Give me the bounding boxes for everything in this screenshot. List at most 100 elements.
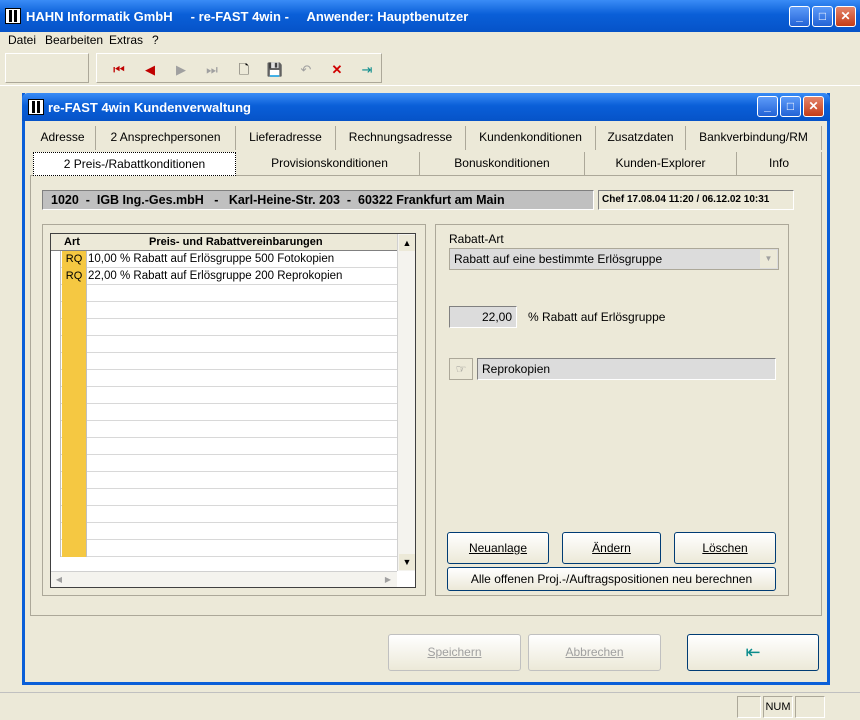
delete-icon[interactable]: ✕ — [324, 57, 350, 83]
row-selector[interactable] — [52, 353, 61, 370]
close-button[interactable]: ✕ — [835, 6, 856, 27]
table-row[interactable] — [52, 336, 397, 353]
row-selector[interactable] — [52, 540, 61, 557]
row-selector[interactable] — [52, 489, 61, 506]
tab-info[interactable]: Info — [737, 152, 822, 176]
aendern-button[interactable]: Ändern — [562, 532, 661, 564]
row-selector[interactable] — [52, 251, 61, 268]
row-selector[interactable] — [52, 336, 61, 353]
main-window-title: HAHN Informatik GmbH - re-FAST 4win - An… — [26, 9, 469, 24]
cell-art — [62, 370, 87, 387]
cell-art — [62, 285, 87, 302]
tab-kundenkonditionen[interactable]: Kundenkonditionen — [466, 126, 596, 150]
rabatt-art-select[interactable]: Rabatt auf eine bestimmte Erlösgruppe ▼ — [449, 248, 779, 270]
table-row[interactable] — [52, 285, 397, 302]
table-row[interactable] — [52, 489, 397, 506]
table-row[interactable]: RQ 10,00 % Rabatt auf Erlösgruppe 500 Fot… — [52, 251, 397, 268]
group-input[interactable]: Reprokopien — [477, 358, 776, 380]
tab-provisionskonditionen[interactable]: Provisionskonditionen — [240, 152, 420, 176]
tab-bankverbindung[interactable]: Bankverbindung/RM — [686, 126, 822, 150]
grid-header: Art Preis- und Rabattvereinbarungen — [51, 234, 397, 251]
recalc-button[interactable]: Alle offenen Proj.-/Auftragspositionen n… — [447, 567, 776, 591]
table-row[interactable] — [52, 438, 397, 455]
table-row[interactable] — [52, 370, 397, 387]
abbrechen-button[interactable]: Abbrechen — [528, 634, 661, 671]
conditions-grid[interactable]: Art Preis- und Rabattvereinbarungen RQ 10… — [50, 233, 416, 588]
row-selector[interactable] — [52, 472, 61, 489]
first-record-icon[interactable]: ⏮ — [106, 57, 132, 83]
table-row[interactable] — [52, 506, 397, 523]
dialog-maximize-button[interactable]: □ — [780, 96, 801, 117]
next-record-icon[interactable]: ▶ — [168, 57, 194, 83]
table-row[interactable] — [52, 523, 397, 540]
save-disk-icon[interactable]: 💾 — [262, 57, 288, 83]
scroll-left-icon[interactable]: ◀ — [52, 572, 66, 587]
cell-art — [62, 455, 87, 472]
tab-bonuskonditionen[interactable]: Bonuskonditionen — [420, 152, 585, 176]
close-dialog-button[interactable]: ⇤ — [687, 634, 819, 671]
undo-icon[interactable]: ↶ — [293, 57, 319, 83]
row-selector[interactable] — [52, 404, 61, 421]
table-row[interactable] — [52, 387, 397, 404]
row-selector[interactable] — [52, 285, 61, 302]
table-row[interactable] — [52, 540, 397, 557]
tab-adresse[interactable]: Adresse — [30, 126, 96, 150]
loeschen-button[interactable]: Löschen — [674, 532, 776, 564]
table-row[interactable] — [52, 319, 397, 336]
menu-datei[interactable]: Datei — [8, 33, 36, 47]
previous-record-icon[interactable]: ◀ — [137, 57, 163, 83]
row-selector[interactable] — [52, 438, 61, 455]
speichern-button[interactable]: Speichern — [388, 634, 521, 671]
tab-zusatzdaten[interactable]: Zusatzdaten — [596, 126, 686, 150]
dialog-logo-icon — [28, 99, 44, 115]
app-logo-icon — [5, 8, 21, 24]
table-row[interactable] — [52, 421, 397, 438]
table-row[interactable] — [52, 472, 397, 489]
menu-bearbeiten[interactable]: Bearbeiten — [45, 33, 103, 47]
row-selector[interactable] — [52, 319, 61, 336]
row-selector[interactable] — [52, 506, 61, 523]
audit-info: Chef 17.08.04 11:20 / 06.12.02 10:31 — [598, 190, 794, 210]
scroll-down-icon[interactable]: ▼ — [399, 554, 415, 570]
percent-input[interactable]: 22,00 — [449, 306, 517, 328]
dialog-minimize-button[interactable]: _ — [757, 96, 778, 117]
menu-help[interactable]: ? — [152, 33, 159, 47]
toolbar-group: ⏮ ◀ ▶ ⏭ 🗋 💾 ↶ ✕ ⇥ — [96, 53, 382, 83]
menu-extras[interactable]: Extras — [109, 33, 143, 47]
group-lookup-button[interactable]: ☞ — [449, 358, 473, 380]
row-selector[interactable] — [52, 387, 61, 404]
new-document-icon[interactable]: 🗋 — [231, 57, 257, 83]
chevron-down-icon[interactable]: ▼ — [760, 250, 777, 268]
row-selector[interactable] — [52, 302, 61, 319]
row-selector[interactable] — [52, 370, 61, 387]
row-selector[interactable] — [52, 523, 61, 540]
minimize-button[interactable]: _ — [789, 6, 810, 27]
grid-hscrollbar[interactable]: ◀ ▶ — [51, 571, 397, 587]
table-row[interactable] — [52, 404, 397, 421]
tab-ansprechpersonen[interactable]: 2 Ansprechpersonen — [96, 126, 236, 150]
customer-info-line: 1020 - IGB Ing.-Ges.mbH - Karl-Heine-Str… — [42, 190, 594, 210]
neuanlage-button[interactable]: Neuanlage — [447, 532, 549, 564]
table-row[interactable] — [52, 455, 397, 472]
dialog-title-bar: re-FAST 4win Kundenverwaltung _ □ ✕ — [22, 93, 830, 121]
rabatt-art-label: Rabatt-Art — [449, 232, 504, 246]
tab-row-1: Adresse 2 Ansprechpersonen Lieferadresse… — [30, 126, 822, 150]
tab-preis-rabatt[interactable]: 2 Preis-/Rabattkonditionen — [33, 152, 236, 176]
scroll-up-icon[interactable]: ▲ — [399, 235, 415, 251]
maximize-button[interactable]: □ — [812, 6, 833, 27]
cell-art — [62, 438, 87, 455]
tab-kunden-explorer[interactable]: Kunden-Explorer — [585, 152, 737, 176]
exit-door-icon[interactable]: ⇥ — [354, 57, 380, 83]
grid-vscrollbar[interactable]: ▲ ▼ — [397, 234, 415, 571]
row-selector[interactable] — [52, 421, 61, 438]
tab-rechnungsadresse[interactable]: Rechnungsadresse — [336, 126, 466, 150]
table-row[interactable]: RQ 22,00 % Rabatt auf Erlösgruppe 200 Rep… — [52, 268, 397, 285]
dialog-close-button[interactable]: ✕ — [803, 96, 824, 117]
last-record-icon[interactable]: ⏭ — [199, 57, 225, 83]
tab-lieferadresse[interactable]: Lieferadresse — [236, 126, 336, 150]
table-row[interactable] — [52, 353, 397, 370]
row-selector[interactable] — [52, 268, 61, 285]
scroll-right-icon[interactable]: ▶ — [381, 572, 395, 587]
table-row[interactable] — [52, 302, 397, 319]
row-selector[interactable] — [52, 455, 61, 472]
